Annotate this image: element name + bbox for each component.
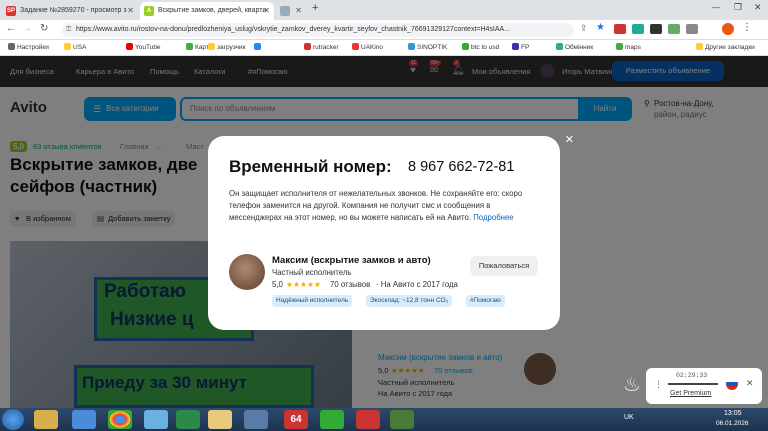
bookmark-item[interactable]: YouTube [126, 40, 161, 55]
tab-avito[interactable]: A Вскрытие замков, дверей, кварти ✕ [140, 2, 274, 20]
bookmark-item[interactable]: Другие закладки [696, 40, 755, 55]
bookmark-item[interactable] [254, 40, 263, 55]
modal-close-icon[interactable]: × [565, 131, 574, 148]
app-icon[interactable] [176, 410, 200, 429]
seller-reviews[interactable]: 70 отзывов [330, 280, 370, 289]
new-tab-button[interactable]: + [312, 2, 318, 14]
flame-glyph: ♨ [623, 374, 641, 396]
address-bar-row: ← → ↻ ⚿ https://www.avito.ru/rostov-na-d… [0, 20, 768, 40]
maximize-button[interactable]: ❐ [734, 2, 742, 13]
menu-dots-icon[interactable]: ⋮ [742, 22, 752, 33]
seller-rating: 5,0 [272, 280, 283, 289]
stars-icon: ★★★★★ [286, 280, 321, 289]
bookmark-item[interactable]: Обмінник [556, 40, 593, 55]
minimize-button[interactable]: — [712, 3, 720, 12]
app-64-icon[interactable]: 64 [284, 410, 308, 429]
tab-favicon: A [144, 6, 154, 16]
vpn-timer: 02:29:33 [676, 372, 708, 379]
bookmark-item[interactable]: FP [512, 40, 529, 55]
clock-date[interactable]: 06.01.2026 [716, 420, 749, 427]
temp-number-modal: Временный номер: 8 967 662-72-81 Он защи… [208, 136, 560, 330]
app-icon[interactable] [356, 410, 380, 429]
bookmark-star-icon[interactable]: ★ [596, 22, 605, 33]
tab-favicon [280, 6, 290, 16]
close-icon[interactable]: ✕ [295, 2, 302, 20]
seller-name[interactable]: Максим (вскрытие замков и авто) [272, 255, 431, 266]
bookmark-item[interactable]: UAKino [352, 40, 383, 55]
explorer-icon[interactable] [34, 410, 58, 429]
extension-icon[interactable] [668, 24, 680, 34]
vpn-widget: ⋮ 02:29:33 Get Premium ✕ [646, 368, 762, 404]
bookmark-item[interactable]: rutracker [304, 40, 339, 55]
app-icon[interactable] [144, 410, 168, 429]
more-link[interactable]: Подробнее [473, 213, 513, 222]
bookmark-item[interactable]: USA [64, 40, 86, 55]
bookmarks-bar: Настройки USA YouTube Карты загрузчик ru… [0, 40, 768, 56]
flame-icon[interactable]: ♨ [620, 372, 642, 398]
keyboard-lang[interactable]: UK [624, 414, 634, 421]
avatar[interactable] [722, 23, 734, 35]
tag-helping[interactable]: #Помогаю [466, 295, 505, 307]
back-icon[interactable]: ← [6, 23, 16, 34]
share-icon[interactable]: ⇪ [580, 23, 588, 34]
app-icon[interactable] [244, 410, 268, 429]
seller-type: Частный исполнитель [272, 268, 352, 277]
vpn-progress [668, 383, 718, 385]
menu-dots-icon[interactable]: ⋮ [654, 379, 663, 390]
close-icon[interactable]: ✕ [263, 2, 270, 20]
tab-favicon: SP [6, 6, 16, 16]
seller-since: · На Авито с 2017 года [376, 280, 458, 289]
tab-label: Задание №2859270 - просмотр з [20, 7, 127, 14]
start-button[interactable] [2, 409, 24, 430]
bookmark-item[interactable]: Настройки [8, 40, 49, 55]
window-close-button[interactable]: ✕ [754, 2, 762, 13]
chrome-icon[interactable] [108, 410, 132, 429]
close-icon[interactable]: ✕ [746, 378, 754, 389]
get-premium-link[interactable]: Get Premium [670, 390, 711, 397]
forward-icon[interactable]: → [22, 23, 32, 34]
tab-blank[interactable]: ✕ [276, 2, 306, 20]
extension-flag-icon[interactable] [614, 24, 626, 34]
tab-zadanie[interactable]: SP Задание №2859270 - просмотр з ✕ [2, 2, 138, 20]
clock-time[interactable]: 13:05 [724, 410, 742, 417]
tab-label: Вскрытие замков, дверей, кварти [158, 7, 267, 14]
bookmark-item[interactable]: SINOPTIK [408, 40, 447, 55]
extensions-puzzle-icon[interactable] [686, 24, 698, 34]
phone-number[interactable]: 8 967 662-72-81 [408, 159, 514, 175]
extension-icon[interactable] [632, 24, 644, 34]
modal-description: Он защищает исполнителя от нежелательных… [229, 188, 545, 224]
url-text: https://www.avito.ru/rostov-na-donu/pred… [76, 26, 511, 33]
app-icon[interactable] [320, 410, 344, 429]
taskbar: 64 UK 13:05 06.01.2026 [0, 408, 768, 431]
bookmark-item[interactable]: btc to usd [462, 40, 499, 55]
modal-title: Временный номер: [229, 157, 392, 176]
russia-flag-icon[interactable] [726, 378, 738, 390]
bookmark-item[interactable]: maps [616, 40, 641, 55]
app-icon[interactable] [390, 410, 414, 429]
bookmark-item[interactable]: загрузчик [208, 40, 245, 55]
tag-eco[interactable]: Экосклад: ~12,8 тонн CO₂ [366, 295, 453, 307]
app-icon[interactable] [208, 410, 232, 429]
complain-button[interactable]: Пожаловаться [470, 256, 538, 276]
lock-icon: ⚿ [66, 26, 72, 33]
extension-icon[interactable] [650, 24, 662, 34]
browser-tab-strip: SP Задание №2859270 - просмотр з ✕ A Вск… [0, 0, 768, 20]
url-field[interactable]: ⚿ https://www.avito.ru/rostov-na-donu/pr… [62, 23, 574, 37]
app-icon[interactable] [72, 410, 96, 429]
tag-reliable[interactable]: Надёжный исполнитель [272, 295, 353, 307]
reload-icon[interactable]: ↻ [40, 23, 48, 34]
close-icon[interactable]: ✕ [127, 2, 134, 20]
avatar[interactable] [229, 254, 265, 290]
